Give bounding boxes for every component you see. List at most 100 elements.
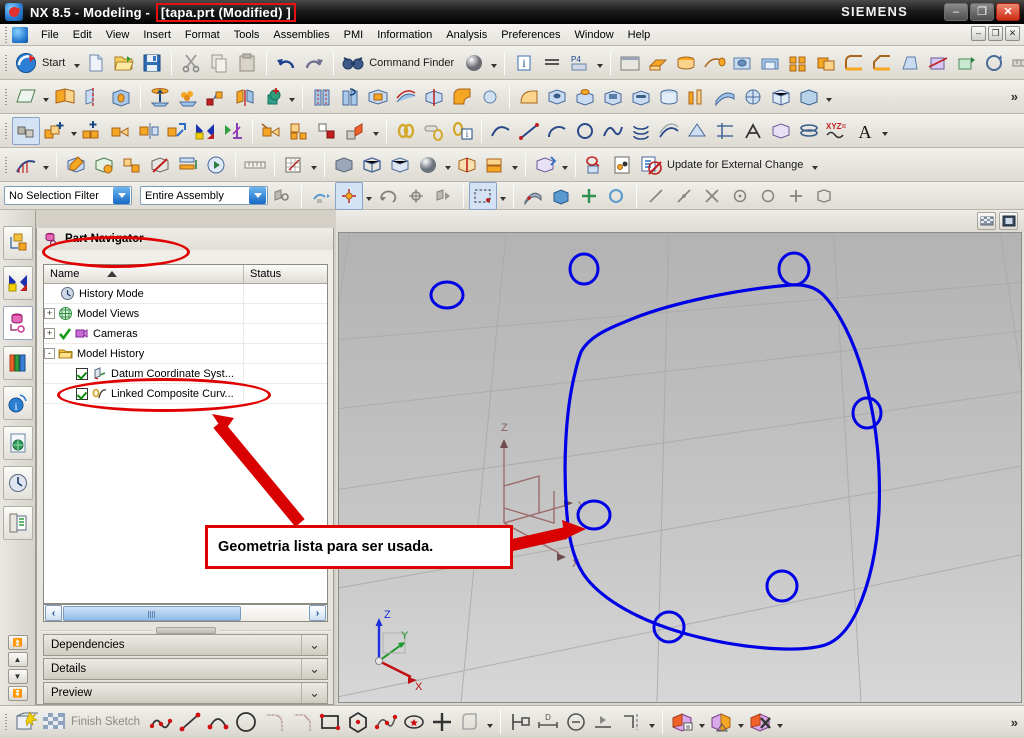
table-row[interactable]: - Model History	[44, 343, 327, 364]
block-icon[interactable]	[107, 83, 135, 111]
sketch-curve-icon[interactable]	[487, 117, 515, 145]
face-blend-icon[interactable]	[515, 83, 543, 111]
point-tool-icon[interactable]	[428, 708, 456, 736]
circle-curve-icon[interactable]	[571, 117, 599, 145]
make-unique-icon[interactable]	[581, 151, 609, 179]
wave-geometry-linker-icon[interactable]	[258, 117, 286, 145]
rectangle-select-caret-icon[interactable]	[497, 183, 508, 209]
shaded-sphere-caret-icon[interactable]	[488, 50, 499, 76]
snap-endpoint-icon[interactable]	[642, 182, 670, 210]
status-grip[interactable]	[3, 714, 10, 730]
sync-modeling-icon[interactable]	[980, 49, 1008, 77]
assembly-constraints-icon[interactable]	[107, 117, 135, 145]
resource-scroll-down[interactable]: ▼	[7, 669, 28, 684]
toggle-shaded-icon[interactable]	[519, 182, 547, 210]
boss-icon[interactable]	[571, 83, 599, 111]
dependencies-panel-header[interactable]: Dependencies ⌄	[43, 634, 328, 656]
datum-axis-icon[interactable]	[79, 83, 107, 111]
polygon-tool-icon[interactable]	[344, 708, 372, 736]
explode-icon[interactable]	[342, 117, 370, 145]
select-through-icon[interactable]	[430, 182, 458, 210]
hole-feature-icon[interactable]	[543, 83, 571, 111]
linked-ref-icon[interactable]	[420, 117, 448, 145]
command-finder-icon[interactable]	[339, 49, 367, 77]
select-point-icon[interactable]	[402, 182, 430, 210]
wcs-display-icon[interactable]	[280, 151, 308, 179]
status-overflow-icon[interactable]: »	[1011, 715, 1018, 730]
doc-restore-button[interactable]: ❐	[988, 26, 1003, 41]
revolve-feature-icon[interactable]	[174, 83, 202, 111]
snap-point-icon[interactable]	[307, 182, 335, 210]
history-icon[interactable]	[2, 466, 33, 500]
fillet-tool-icon[interactable]	[260, 708, 288, 736]
extrude-icon[interactable]	[644, 49, 672, 77]
doc-minimize-button[interactable]: –	[971, 26, 986, 41]
groove-icon[interactable]	[655, 83, 683, 111]
scroll-left-button[interactable]: ‹	[45, 605, 62, 621]
expander-icon[interactable]: +	[44, 308, 55, 319]
orient-view-caret-icon[interactable]	[696, 709, 707, 735]
feature-group-icon[interactable]	[118, 151, 146, 179]
curve-analysis-caret-icon[interactable]	[40, 152, 51, 178]
orient-view-sketch-icon[interactable]	[668, 708, 696, 736]
scroll-right-button[interactable]: ›	[309, 605, 326, 621]
section-view-icon[interactable]	[453, 151, 481, 179]
hidden-edges-icon[interactable]	[386, 151, 414, 179]
chevron-down-icon[interactable]: ⌄	[301, 659, 327, 679]
hd3d-tools-icon[interactable]: i	[2, 386, 33, 420]
blend-corner-icon[interactable]	[448, 83, 476, 111]
move-object-icon[interactable]	[531, 151, 559, 179]
redo-icon[interactable]	[300, 49, 328, 77]
studio-view-icon[interactable]	[414, 151, 442, 179]
tree-row-name[interactable]: History Mode	[44, 283, 244, 304]
paste-icon[interactable]	[233, 49, 261, 77]
studio-view-caret-icon[interactable]	[442, 152, 453, 178]
boolean-caret-icon[interactable]	[286, 84, 297, 110]
circle-tool-icon[interactable]	[232, 708, 260, 736]
reattach-sketch-icon[interactable]	[707, 708, 735, 736]
part-navigator-icon[interactable]	[2, 306, 33, 340]
p4-caret-icon[interactable]	[594, 50, 605, 76]
preview-panel-header[interactable]: Preview ⌄	[43, 682, 328, 704]
p4-icon[interactable]: P4	[566, 49, 594, 77]
menu-grip[interactable]	[3, 26, 10, 43]
shell-icon[interactable]	[756, 49, 784, 77]
snap-point-caret-icon[interactable]	[363, 183, 374, 209]
minimize-button[interactable]: –	[944, 3, 968, 21]
edit-parameters-icon[interactable]	[90, 151, 118, 179]
menu-item-tools[interactable]: Tools	[227, 26, 267, 44]
resource-scroll-bottom[interactable]: ⏬	[7, 686, 28, 701]
trim-body-icon[interactable]	[924, 49, 952, 77]
snap-point-settings-icon[interactable]	[335, 181, 363, 210]
curve-analysis-icon[interactable]	[12, 151, 40, 179]
move-component-icon[interactable]	[163, 117, 191, 145]
menu-item-assemblies[interactable]: Assemblies	[266, 26, 336, 44]
selection-scope-value[interactable]: Entire Assembly	[145, 190, 247, 202]
mirror-assembly-icon[interactable]	[135, 117, 163, 145]
arc-icon[interactable]	[543, 117, 571, 145]
start-menu-caret-icon[interactable]	[71, 50, 82, 76]
open-file-icon[interactable]	[110, 49, 138, 77]
create-component-array-icon[interactable]	[79, 117, 107, 145]
spline-icon[interactable]	[599, 117, 627, 145]
menu-item-file[interactable]: File	[34, 26, 66, 44]
fit-view-icon[interactable]	[575, 182, 603, 210]
menu-item-format[interactable]: Format	[178, 26, 227, 44]
explode-caret-icon[interactable]	[370, 118, 381, 144]
line-tool-icon[interactable]	[176, 708, 204, 736]
delete-sketch-caret-icon[interactable]	[774, 709, 785, 735]
sketch-caret-icon[interactable]	[40, 84, 51, 110]
link-info-icon[interactable]: i	[448, 117, 476, 145]
snap-midpoint-icon[interactable]	[670, 182, 698, 210]
menu-item-information[interactable]: Information	[370, 26, 439, 44]
add-component-caret-icon[interactable]	[68, 118, 79, 144]
convert-reference-icon[interactable]	[618, 708, 646, 736]
view-caret-icon[interactable]	[823, 84, 834, 110]
command-finder-label[interactable]: Command Finder	[369, 57, 454, 69]
pattern-feature-icon[interactable]	[784, 49, 812, 77]
toolbar-grip-utility[interactable]	[3, 156, 10, 173]
cut-icon[interactable]	[177, 49, 205, 77]
curve-from-body-icon[interactable]	[767, 117, 795, 145]
delete-sketch-icon[interactable]	[746, 708, 774, 736]
table-row[interactable]: + Cameras	[44, 323, 327, 344]
